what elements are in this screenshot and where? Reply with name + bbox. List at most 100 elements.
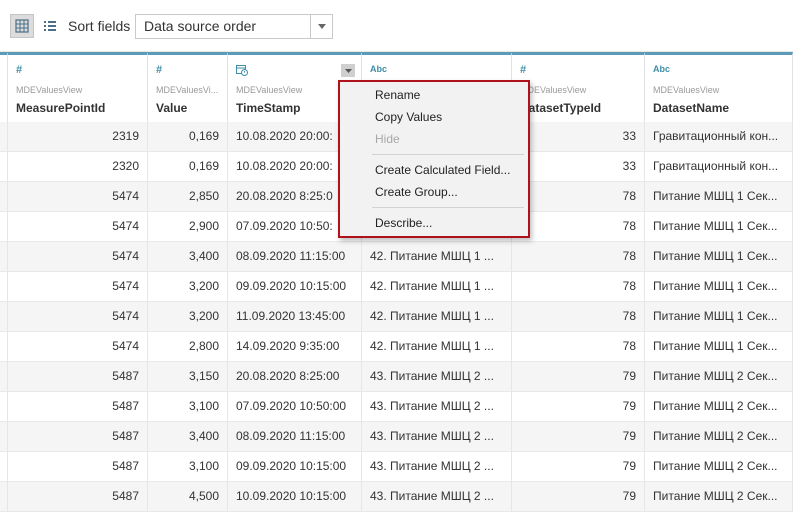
string-type-icon: Abc: [370, 64, 388, 74]
sort-fields-label: Sort fields: [68, 18, 131, 34]
cell-timestamp: 08.09.2020 11:15:00: [228, 422, 362, 452]
column-source: MDEValuesVi...: [156, 85, 219, 95]
cell-timestamp: 10.09.2020 10:15:00: [228, 482, 362, 512]
string-type-icon: Abc: [653, 64, 671, 74]
menu-item-create-calculated-field[interactable]: Create Calculated Field...: [340, 160, 528, 180]
cell-value: 3,100: [148, 452, 228, 482]
list-view-button[interactable]: [38, 14, 62, 38]
cell-datasettypeid: 78: [512, 272, 645, 302]
menu-item-create-group[interactable]: Create Group...: [340, 182, 528, 202]
menu-item-describe[interactable]: Describe...: [340, 213, 528, 233]
menu-item-copy-values[interactable]: Copy Values: [340, 107, 528, 127]
menu-separator: [372, 207, 524, 208]
cell-value: 3,100: [148, 392, 228, 422]
cell-value: 3,200: [148, 302, 228, 332]
cell-datasettypeid: 78: [512, 302, 645, 332]
sort-fields-value: Data source order: [144, 18, 257, 34]
chevron-down-icon: [310, 15, 332, 38]
cell-datasetname: Питание МШЦ 2 Сек...: [645, 482, 793, 512]
cell-value: 2,900: [148, 212, 228, 242]
cell-datasettypeid: 79: [512, 392, 645, 422]
cell-measurepointid: 2320: [8, 152, 148, 182]
cell-datasettypeid: 33: [512, 122, 645, 152]
menu-separator: [372, 154, 524, 155]
cell-timestamp: 09.09.2020 10:15:00: [228, 452, 362, 482]
cell-measurepointid: 5474: [8, 272, 148, 302]
cell-text: 43. Питание МШЦ 2 ...: [362, 422, 512, 452]
table-row: 5487 4,500 10.09.2020 10:15:00 43. Питание …: [0, 482, 793, 512]
cell-measurepointid: 5474: [8, 302, 148, 332]
cell-datasetname: Питание МШЦ 2 Сек...: [645, 452, 793, 482]
cell-measurepointid: 5474: [8, 242, 148, 272]
grid-view-button[interactable]: [10, 14, 34, 38]
cell-timestamp: 08.09.2020 11:15:00: [228, 242, 362, 272]
cell-timestamp: 09.09.2020 10:15:00: [228, 272, 362, 302]
menu-item-rename[interactable]: Rename: [340, 85, 528, 105]
cell-measurepointid: 5487: [8, 422, 148, 452]
menu-item-hide[interactable]: Hide: [340, 129, 528, 149]
cell-value: 4,500: [148, 482, 228, 512]
column-header-datasetname[interactable]: Abc MDEValuesView DatasetName: [645, 52, 793, 122]
table-row: 5474 3,400 08.09.2020 11:15:00 42. Питание …: [0, 242, 793, 272]
table-row: 5487 3,100 09.09.2020 10:15:00 43. Питание …: [0, 452, 793, 482]
list-icon: [44, 21, 56, 31]
cell-text: 42. Питание МШЦ 1 ...: [362, 302, 512, 332]
calendar-clock-icon: [236, 64, 248, 79]
cell-text: 43. Питание МШЦ 2 ...: [362, 452, 512, 482]
cell-text: 42. Питание МШЦ 1 ...: [362, 242, 512, 272]
cell-timestamp: 11.09.2020 13:45:00: [228, 302, 362, 332]
cell-text: 43. Питание МШЦ 2 ...: [362, 392, 512, 422]
sort-fields-select[interactable]: Data source order: [135, 14, 333, 39]
cell-datasettypeid: 33: [512, 152, 645, 182]
cell-datasetname: Питание МШЦ 2 Сек...: [645, 422, 793, 452]
column-name: Value: [156, 101, 188, 115]
column-header-partial: [0, 52, 8, 122]
column-source: MDEValuesView: [16, 85, 83, 95]
cell-datasetname: Питание МШЦ 2 Сек...: [645, 392, 793, 422]
cell-value: 2,800: [148, 332, 228, 362]
cell-datasettypeid: 78: [512, 332, 645, 362]
table-row: 5487 3,150 20.08.2020 8:25:00 43. Питание М…: [0, 362, 793, 392]
cell-value: 0,169: [148, 152, 228, 182]
column-source: MDEValuesView: [520, 85, 587, 95]
cell-text: 42. Питание МШЦ 1 ...: [362, 332, 512, 362]
column-menu-button[interactable]: [341, 64, 355, 77]
column-name: DatasetTypeId: [520, 101, 602, 115]
cell-datasetname: Питание МШЦ 1 Сек...: [645, 182, 793, 212]
cell-value: 3,150: [148, 362, 228, 392]
column-context-menu: Rename Copy Values Hide Create Calculate…: [338, 80, 530, 238]
column-header-datasettypeid[interactable]: # MDEValuesView DatasetTypeId: [512, 52, 645, 122]
cell-datasetname: Питание МШЦ 1 Сек...: [645, 302, 793, 332]
cell-datasetname: Питание МШЦ 1 Сек...: [645, 242, 793, 272]
table-row: 5487 3,400 08.09.2020 11:15:00 43. Питание …: [0, 422, 793, 452]
cell-datasetname: Гравитационный кон...: [645, 152, 793, 182]
cell-measurepointid: 5487: [8, 452, 148, 482]
cell-datasettypeid: 79: [512, 482, 645, 512]
cell-measurepointid: 5487: [8, 392, 148, 422]
cell-datasettypeid: 79: [512, 452, 645, 482]
column-name: MeasurePointId: [16, 101, 106, 115]
cell-measurepointid: 5474: [8, 182, 148, 212]
cell-datasettypeid: 78: [512, 182, 645, 212]
cell-timestamp: 20.08.2020 8:25:00: [228, 362, 362, 392]
number-type-icon: #: [156, 64, 163, 76]
cell-value: 3,200: [148, 272, 228, 302]
table-row: 5474 2,800 14.09.2020 9:35:00 42. Питание М…: [0, 332, 793, 362]
cell-datasetname: Питание МШЦ 1 Сек...: [645, 212, 793, 242]
grid-icon: [15, 19, 29, 33]
cell-timestamp: 14.09.2020 9:35:00: [228, 332, 362, 362]
column-header-value[interactable]: # MDEValuesVi... Value: [148, 52, 228, 122]
cell-text: 43. Питание МШЦ 2 ...: [362, 482, 512, 512]
chevron-down-icon: [344, 68, 352, 73]
cell-datasetname: Питание МШЦ 1 Сек...: [645, 332, 793, 362]
cell-text: 42. Питание МШЦ 1 ...: [362, 272, 512, 302]
cell-timestamp: 07.09.2020 10:50:00: [228, 392, 362, 422]
cell-measurepointid: 5474: [8, 212, 148, 242]
cell-measurepointid: 5474: [8, 332, 148, 362]
column-header-measurepointid[interactable]: # MDEValuesView MeasurePointId: [8, 52, 148, 122]
table-row: 5487 3,100 07.09.2020 10:50:00 43. Питание …: [0, 392, 793, 422]
cell-value: 0,169: [148, 122, 228, 152]
column-source: MDEValuesView: [653, 85, 720, 95]
cell-text: 43. Питание МШЦ 2 ...: [362, 362, 512, 392]
cell-measurepointid: 5487: [8, 362, 148, 392]
